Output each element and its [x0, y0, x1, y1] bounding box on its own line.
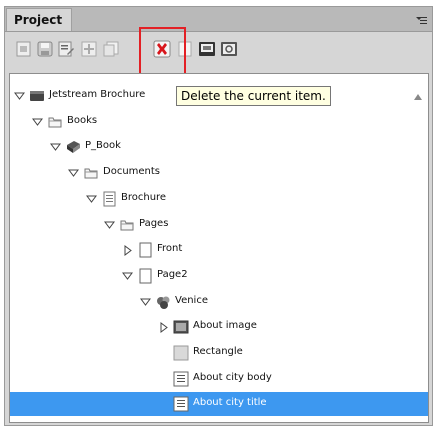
- export-button[interactable]: [220, 40, 238, 58]
- expand-toggle-down-icon[interactable]: [122, 271, 133, 282]
- document-icon: [101, 191, 117, 207]
- panel-tab-bar: Project: [5, 7, 432, 32]
- page-icon: [137, 242, 153, 258]
- copy-button[interactable]: [102, 40, 120, 58]
- tree-row[interactable]: Brochure: [10, 187, 428, 211]
- tree-row-label: Front: [157, 243, 183, 255]
- tree-row[interactable]: P_Book: [10, 135, 428, 159]
- expand-toggle-down-icon[interactable]: [32, 117, 43, 128]
- add-button[interactable]: [80, 40, 98, 58]
- export-icon: [221, 42, 237, 56]
- list-edit-icon: [58, 41, 74, 57]
- project-icon: [29, 88, 45, 104]
- preview-button[interactable]: [198, 40, 216, 58]
- properties-button[interactable]: [57, 40, 75, 58]
- tree-row-label: Jetstream Brochure: [49, 89, 146, 100]
- tree-row[interactable]: Front: [10, 238, 428, 262]
- tree-row-label: Pages: [139, 217, 169, 229]
- tree-row[interactable]: About image: [10, 315, 428, 339]
- expand-toggle-down-icon[interactable]: [140, 297, 151, 308]
- copy-icon: [103, 41, 119, 57]
- tree-row-label: About city title: [193, 397, 267, 409]
- tree-row-label: Venice: [175, 294, 208, 306]
- tree-row[interactable]: Rectangle: [10, 341, 428, 365]
- tree-row[interactable]: Page2: [10, 264, 428, 288]
- tab-project[interactable]: Project: [6, 8, 72, 31]
- save-button[interactable]: [36, 40, 54, 58]
- tree-row[interactable]: Venice: [10, 290, 428, 314]
- rectangle-icon: [173, 345, 189, 361]
- new-item-button[interactable]: [15, 40, 33, 58]
- text-icon: [173, 371, 189, 387]
- panel-menu-icon[interactable]: [415, 12, 427, 24]
- page-icon: [16, 41, 31, 57]
- folder-icon: [47, 114, 63, 130]
- expand-toggle-down-icon[interactable]: [14, 91, 25, 102]
- tree-row-label: P_Book: [85, 140, 121, 152]
- group-icon: [155, 294, 171, 310]
- expand-toggle-down-icon[interactable]: [86, 194, 97, 205]
- tree-row-label: About image: [193, 320, 257, 332]
- screen-icon: [199, 42, 215, 56]
- tooltip: Delete the current item.: [176, 86, 331, 106]
- tree-row-label: Rectangle: [193, 346, 243, 357]
- expand-toggle-right-icon[interactable]: [122, 245, 133, 257]
- plus-icon: [81, 41, 97, 57]
- image-icon: [173, 319, 189, 335]
- book-icon: [65, 139, 81, 155]
- tree-row[interactable]: About city body: [10, 367, 428, 391]
- tree-row[interactable]: Pages: [10, 213, 428, 237]
- tree-row[interactable]: Documents: [10, 161, 428, 185]
- tree-row-label: Brochure: [121, 191, 167, 203]
- page-icon: [137, 268, 153, 284]
- tree-row[interactable]: Books: [10, 110, 428, 134]
- expand-toggle-down-icon[interactable]: [104, 220, 115, 231]
- folder-icon: [83, 165, 99, 181]
- tree-row-label: Books: [67, 114, 98, 126]
- expand-toggle-right-icon[interactable]: [158, 322, 169, 334]
- text-icon: [173, 396, 189, 412]
- tree-row-label: Documents: [103, 166, 161, 178]
- expand-toggle-down-icon[interactable]: [68, 168, 79, 179]
- tree-row[interactable]: About city title: [10, 392, 428, 417]
- expand-toggle-down-icon[interactable]: [50, 142, 61, 153]
- toolbar: [5, 32, 432, 69]
- project-tree[interactable]: Jetstream Brochure Books P_Book Documents Br…: [9, 73, 429, 423]
- disk-icon: [37, 41, 53, 57]
- tree-row-label: About city body: [193, 371, 272, 383]
- project-panel: Project Jetstream Brochure Books P_Book …: [4, 6, 433, 426]
- tree-row-label: Page2: [157, 268, 188, 280]
- folder-icon: [119, 217, 135, 233]
